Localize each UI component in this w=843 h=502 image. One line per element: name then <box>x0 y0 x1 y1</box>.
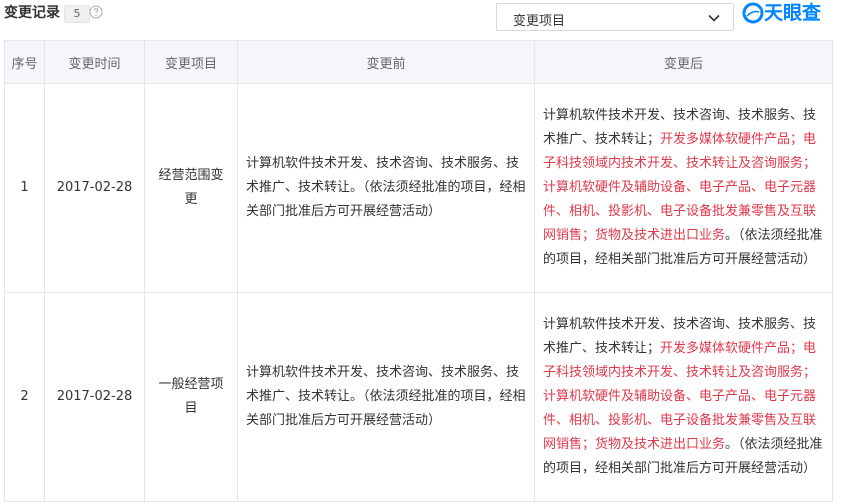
column-header-index: 序号 <box>4 40 45 84</box>
row-date: 2017-02-28 <box>44 83 145 293</box>
tianyancha-logo: 天眼查 <box>742 0 842 28</box>
column-header-date: 变更时间 <box>44 40 145 84</box>
row-index: 1 <box>4 83 45 293</box>
tianyancha-logo-icon <box>742 2 764 24</box>
after-changed-highlight: 开发多媒体软硬件产品；电子科技领域内技术开发、技术转让及咨询服务；计算机软硬件及… <box>543 132 817 243</box>
column-header-before: 变更前 <box>237 40 535 84</box>
row-after-content: 计算机软件技术开发、技术咨询、技术服务、技术推广、技术转让；开发多媒体软硬件产品… <box>534 292 833 502</box>
logo-text: 天眼查 <box>764 2 822 24</box>
table-row: 2 2017-02-28 一般经营项目 计算机软件技术开发、技术咨询、技术服务、… <box>4 292 833 502</box>
row-before-content: 计算机软件技术开发、技术咨询、技术服务、技术推广、技术转让。（依法须经批准的项目… <box>237 292 535 502</box>
column-header-item: 变更项目 <box>144 40 238 84</box>
row-index: 2 <box>4 292 45 502</box>
row-before-content: 计算机软件技术开发、技术咨询、技术服务、技术推广、技术转让。（依法须经批准的项目… <box>237 83 535 293</box>
after-changed-highlight: 开发多媒体软硬件产品；电子科技领域内技术开发、技术转让及咨询服务；计算机软硬件及… <box>543 341 817 452</box>
row-change-item: 经营范围变更 <box>144 83 238 293</box>
row-date: 2017-02-28 <box>44 292 145 502</box>
change-item-filter-select[interactable]: 变更项目 <box>496 3 734 31</box>
help-circle-icon[interactable] <box>89 5 103 19</box>
section-title: 变更记录 <box>4 5 60 21</box>
filter-selected-value: 变更项目 <box>513 14 566 29</box>
table-header-row: 序号 变更时间 变更项目 变更前 变更后 <box>4 40 833 84</box>
row-change-item: 一般经营项目 <box>144 292 238 502</box>
chevron-down-icon <box>708 14 720 22</box>
section-header: 变更记录 5 变更项目 天眼查 <box>0 0 843 34</box>
record-count-badge: 5 <box>64 5 90 23</box>
table-row: 1 2017-02-28 经营范围变更 计算机软件技术开发、技术咨询、技术服务、… <box>4 83 833 293</box>
change-records-table: 序号 变更时间 变更项目 变更前 变更后 1 2017-02-28 经营范围变更… <box>4 40 833 502</box>
column-header-after: 变更后 <box>534 40 833 84</box>
row-after-content: 计算机软件技术开发、技术咨询、技术服务、技术推广、技术转让；开发多媒体软硬件产品… <box>534 83 833 293</box>
